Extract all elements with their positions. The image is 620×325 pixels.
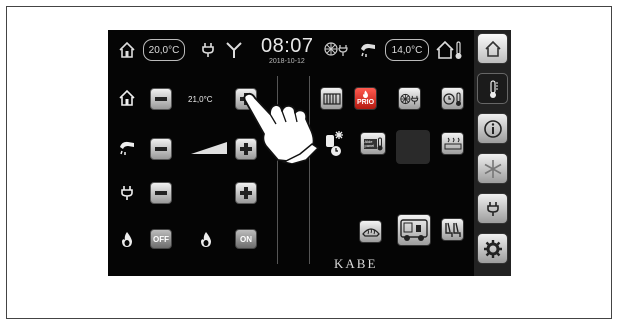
motorhome-icon (400, 219, 428, 241)
snowflake-icon (484, 159, 501, 178)
sidebar-power-button[interactable] (477, 193, 508, 224)
sidebar-cooling-button[interactable] (477, 153, 508, 184)
faucet-icon (117, 138, 137, 158)
hot-water-decrease-button[interactable] (150, 138, 172, 160)
room-temp-decrease-button[interactable] (150, 88, 172, 110)
empty-tile (396, 130, 430, 164)
flame-icon (117, 230, 137, 250)
vehicle-heat-tile[interactable] (397, 214, 431, 246)
outdoor-temp-display: 14,0°C (385, 39, 429, 61)
house-icon (117, 88, 137, 108)
dashboard-heat-tile[interactable] (359, 220, 382, 243)
brand-logo: KABE (334, 256, 378, 271)
electric-decrease-button[interactable] (150, 182, 172, 204)
house-icon (117, 40, 137, 60)
fan-icon (399, 93, 418, 104)
room-temp-value: 21,0°C (188, 95, 213, 104)
gas-off-button[interactable]: OFF (150, 229, 172, 249)
faucet-icon (358, 40, 378, 60)
clock-thermometer-icon (442, 91, 461, 106)
thermometer-icon (377, 137, 382, 150)
plug-icon (200, 41, 216, 59)
alde-panel-tile[interactable]: Alde panel (360, 132, 386, 155)
fan-plug-tile[interactable] (398, 87, 421, 110)
car-seat-icon (444, 222, 461, 237)
hand-pointer-icon (240, 92, 335, 164)
level-wedge-icon (190, 140, 228, 156)
thermometer-icon (489, 79, 498, 98)
indoor-temp-display: 20,0°C (143, 39, 185, 61)
plug-icon (486, 201, 499, 216)
floor-heat-tile[interactable] (441, 132, 464, 155)
sidebar-settings-button[interactable] (477, 233, 508, 264)
flame-icon (363, 90, 368, 98)
info-icon (483, 119, 502, 138)
gas-on-button[interactable]: ON (235, 229, 257, 249)
seat-heat-tile[interactable] (441, 218, 464, 241)
electric-increase-button[interactable] (235, 182, 257, 204)
clock: 08:07 (261, 35, 314, 57)
gear-icon (483, 239, 502, 258)
timer-tile[interactable] (441, 87, 464, 110)
flame-icon (196, 230, 216, 250)
alde-panel-label: Alde panel (363, 138, 377, 149)
antenna-icon (225, 40, 243, 60)
house-icon (484, 40, 501, 57)
sidebar-temperature-button[interactable] (477, 73, 508, 104)
fan-icon (324, 40, 350, 58)
sidebar-info-button[interactable] (477, 113, 508, 144)
prio-label: PRIO (356, 99, 375, 106)
dashboard-icon (361, 227, 380, 237)
house-thermometer-icon (436, 39, 464, 61)
prio-tile[interactable]: PRIO (354, 87, 377, 110)
heat-waves-icon (444, 137, 461, 149)
sidebar-home-button[interactable] (477, 33, 508, 64)
plug-icon (119, 184, 135, 202)
date: 2018-10-12 (269, 58, 305, 65)
